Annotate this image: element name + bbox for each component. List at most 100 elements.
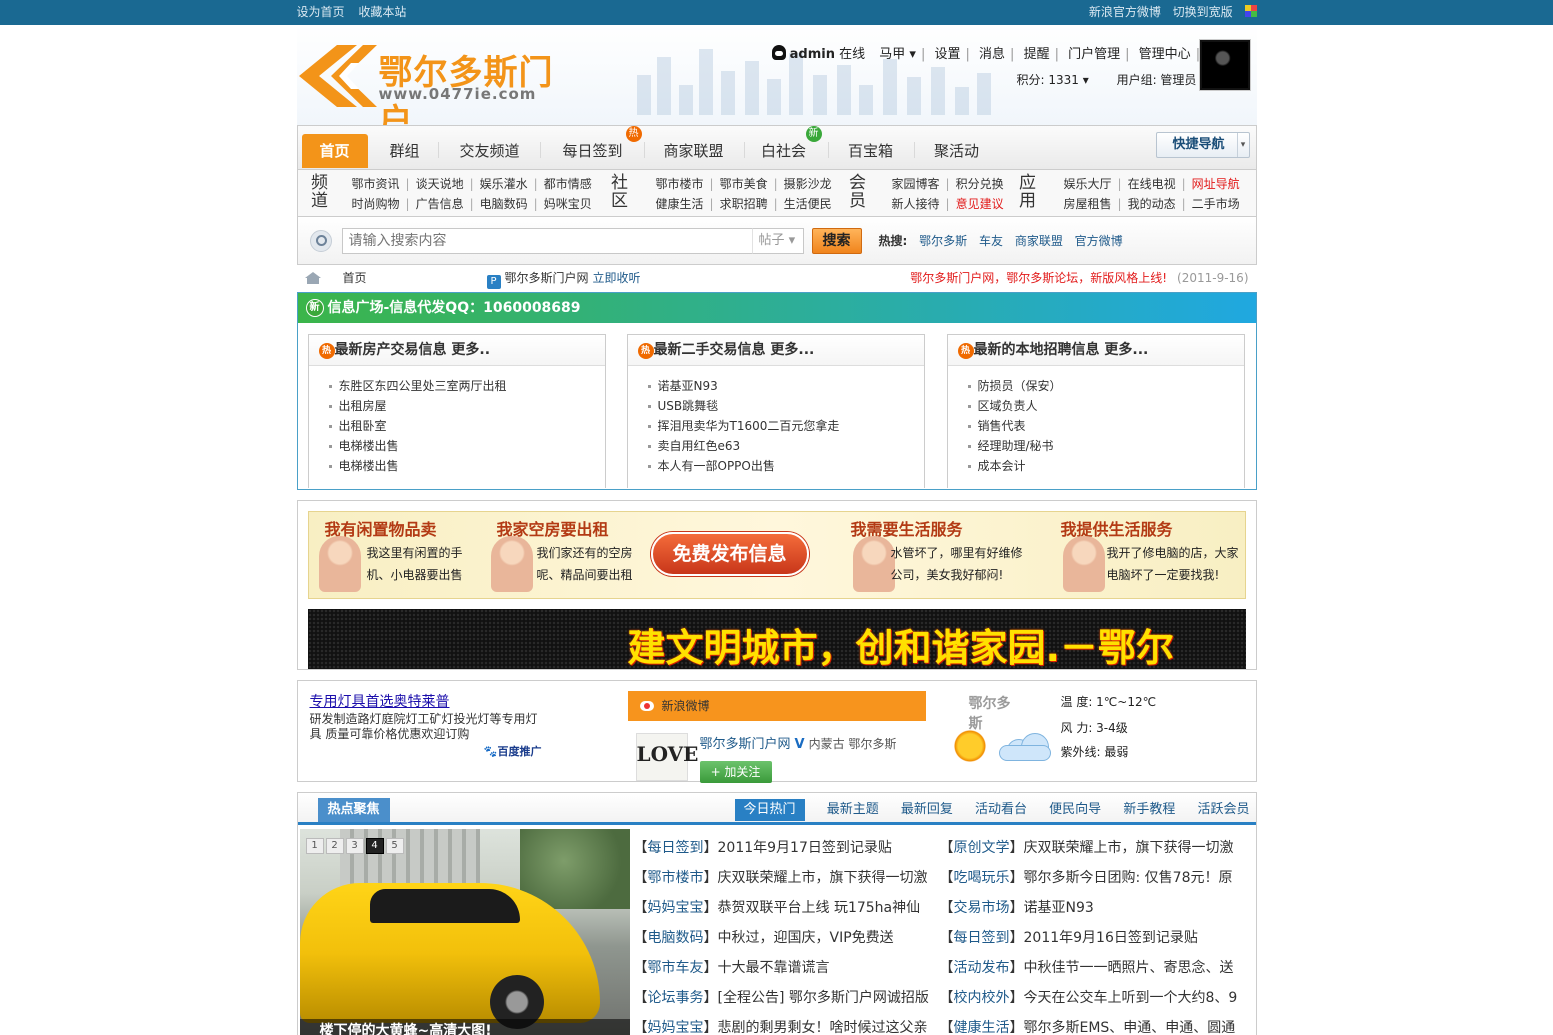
baidu-ad-desc[interactable]: 研发制造路灯庭院灯工矿灯投光灯等专用灯具 质量可靠价格优惠欢迎订购 [310,712,546,742]
slide-page-button[interactable]: 1 [305,838,324,854]
search-button[interactable]: 搜索 [811,228,862,254]
free-publish-button[interactable]: 免费发布信息 [650,532,809,576]
list-item[interactable]: 【交易市场】诺基亚N93 [940,893,1250,923]
box-title-link[interactable]: 最新房产交易信息 更多.. [335,342,491,358]
tab-latest-replies[interactable]: 最新回复 [901,799,953,821]
list-item[interactable]: 出租房屋 [328,396,605,416]
nav-groups[interactable]: 群组 [378,134,432,168]
list-item[interactable]: 【鄂市车友】十大最不靠谱谎言 [634,953,944,983]
site-logo[interactable]: 鄂尔多斯门户 www.0477ie.com [297,43,587,142]
tab-today-hot[interactable]: 今日热门 [734,799,805,821]
hot-search-link[interactable]: 官方微博 [1075,234,1123,248]
subnav-link[interactable]: 都市情感 [544,177,592,191]
nav-toolbox[interactable]: 百宝箱 [838,134,904,168]
search-input[interactable] [341,228,754,254]
banner-offer-cell[interactable]: 我提供生活服务 我开了修电脑的店，大家 电脑坏了一定要找我! [1049,512,1245,598]
home-icon[interactable] [304,272,321,284]
list-item[interactable]: 卖自用红色e63 [647,436,924,456]
hot-search-link[interactable]: 鄂尔多斯 [919,234,967,248]
list-item[interactable]: 东胜区东四公里处三室两厅出租 [328,376,605,396]
life-service-banner[interactable]: 我有闲置物品卖 我这里有闲置的手 机、小电器要出售 我家空房要出租 我们家还有的空… [307,511,1246,599]
list-item[interactable]: 【论坛事务】[全程公告] 鄂尔多斯门户网诚招版 [634,983,944,1013]
list-item[interactable]: 销售代表 [967,416,1244,436]
list-item[interactable]: 【每日签到】2011年9月17日签到记录贴 [634,833,944,863]
baidu-promo-logo[interactable]: 🐾百度推广 [484,743,542,759]
avatar[interactable] [1198,39,1251,91]
tab-guide[interactable]: 便民向导 [1049,799,1101,821]
list-item[interactable]: 【吃喝玩乐】鄂尔多斯今日团购: 仅售78元！原 [940,863,1250,893]
tab-active-members[interactable]: 活跃会员 [1197,799,1249,821]
follow-button[interactable]: + 加关注 [699,761,772,783]
list-item[interactable]: 【妈妈宝宝】悲剧的剩男剩女！啥时候过这父亲 [634,1013,944,1035]
list-item[interactable]: 【每日签到】2011年9月16日签到记录贴 [940,923,1250,953]
list-item[interactable]: 挥泪甩卖华为T1600二百元您拿走 [647,416,924,436]
slide-page-button[interactable]: 2 [325,838,344,854]
list-item[interactable]: USB跳舞毯 [647,396,924,416]
nav-merchants[interactable]: 商家联盟 [654,134,734,168]
image-slideshow[interactable]: 12345 楼下停的大黄蜂~高清大图! [299,829,630,1035]
set-homepage-link[interactable]: 设为首页 [297,5,345,19]
list-item[interactable]: 区域负责人 [967,396,1244,416]
subnav-link[interactable]: 生活便民 [784,197,832,211]
list-item[interactable]: 防损员（保安） [967,376,1244,396]
list-item[interactable]: 【鄂市楼市】庆双联荣耀上市，旗下获得一切激 [634,863,944,893]
subnav-link[interactable]: 求职招聘 [720,197,768,211]
list-item[interactable]: 出租卧室 [328,416,605,436]
nav-white-society[interactable]: 白社会新 [754,126,822,168]
subnav-link[interactable]: 电脑数码 [480,197,528,211]
style-switch-icon[interactable] [1244,5,1257,17]
points-menu[interactable]: 积分: 1331 ▾ [1017,73,1089,87]
subnav-link[interactable]: 妈咪宝贝 [544,197,592,211]
subnav-link[interactable]: 健康生活 [656,197,704,211]
switch-wide-link[interactable]: 切换到宽版 [1173,5,1233,19]
messages-link[interactable]: 消息 [979,47,1005,62]
subnav-link[interactable]: 房屋租售 [1064,197,1112,211]
subnav-link[interactable]: 二手市场 [1192,197,1240,211]
tab-tutorial[interactable]: 新手教程 [1123,799,1175,821]
quick-nav-button[interactable]: 快捷导航 ▾ [1155,132,1250,158]
list-item[interactable]: 【电脑数码】中秋过，迎国庆，VIP免费送 [634,923,944,953]
tab-events[interactable]: 活动看台 [975,799,1027,821]
subnav-link[interactable]: 家园博客 [892,177,940,191]
list-item[interactable]: 【妈妈宝宝】恭贺双联平台上线 玩175ha神仙 [634,893,944,923]
search-type-select[interactable]: 帖子 ▾ [751,228,804,254]
user-group[interactable]: 用户组: 管理员 [1117,73,1197,87]
list-item[interactable]: 【活动发布】中秋佳节一一晒照片、寄思念、送 [940,953,1250,983]
list-item[interactable]: 电梯楼出售 [328,436,605,456]
bookmark-link[interactable]: 收藏本站 [358,5,406,19]
slide-page-button[interactable]: 5 [385,838,404,854]
nav-home[interactable]: 首页 [301,134,368,168]
nav-events[interactable]: 聚活动 [924,134,990,168]
admin-center-link[interactable]: 管理中心 [1139,47,1191,62]
slide-caption[interactable]: 楼下停的大黄蜂~高清大图! [299,1019,630,1035]
box-title-link[interactable]: 最新二手交易信息 更多... [654,342,815,358]
slide-page-button[interactable]: 3 [345,838,364,854]
list-item[interactable]: 经理助理/秘书 [967,436,1244,456]
nav-dating[interactable]: 交友频道 [450,134,530,168]
subnav-link[interactable]: 新人接待 [892,197,940,211]
listen-now-link[interactable]: 立即收听 [593,271,641,285]
list-item[interactable]: 【校内校外】今天在公交车上听到一个大约8、9 [940,983,1250,1013]
banner-sell-cell[interactable]: 我有闲置物品卖 我这里有闲置的手 机、小电器要出售 [309,512,479,598]
username-link[interactable]: admin [790,47,835,62]
settings-link[interactable]: 设置 [934,47,960,62]
list-item[interactable]: 【健康生活】鄂尔多斯EMS、申通、申通、圆通 [940,1013,1250,1035]
box-title-link[interactable]: 最新的本地招聘信息 更多... [974,342,1149,358]
subnav-link[interactable]: 鄂市资讯 [352,177,400,191]
hot-search-link[interactable]: 车友 [979,234,1003,248]
subnav-link[interactable]: 谈天说地 [416,177,464,191]
nav-checkin[interactable]: 每日签到热 [552,126,642,168]
list-item[interactable]: 电梯楼出售 [328,456,605,476]
slide-page-button[interactable]: 4 [365,838,384,854]
weibo-account-name[interactable]: 鄂尔多斯门户网 [700,737,791,752]
subnav-link[interactable]: 积分兑换 [956,177,1004,191]
tab-latest-topics[interactable]: 最新主题 [827,799,879,821]
subnav-link[interactable]: 娱乐灌水 [480,177,528,191]
list-item[interactable]: 成本会计 [967,456,1244,476]
reminders-link[interactable]: 提醒 [1024,47,1050,62]
subnav-link[interactable]: 鄂市楼市 [656,177,704,191]
list-item[interactable]: 本人有一部OPPO出售 [647,456,924,476]
list-item[interactable]: 【原创文学】庆双联荣耀上市，旗下获得一切激 [940,833,1250,863]
hot-search-link[interactable]: 商家联盟 [1015,234,1063,248]
subnav-link[interactable]: 时尚购物 [352,197,400,211]
